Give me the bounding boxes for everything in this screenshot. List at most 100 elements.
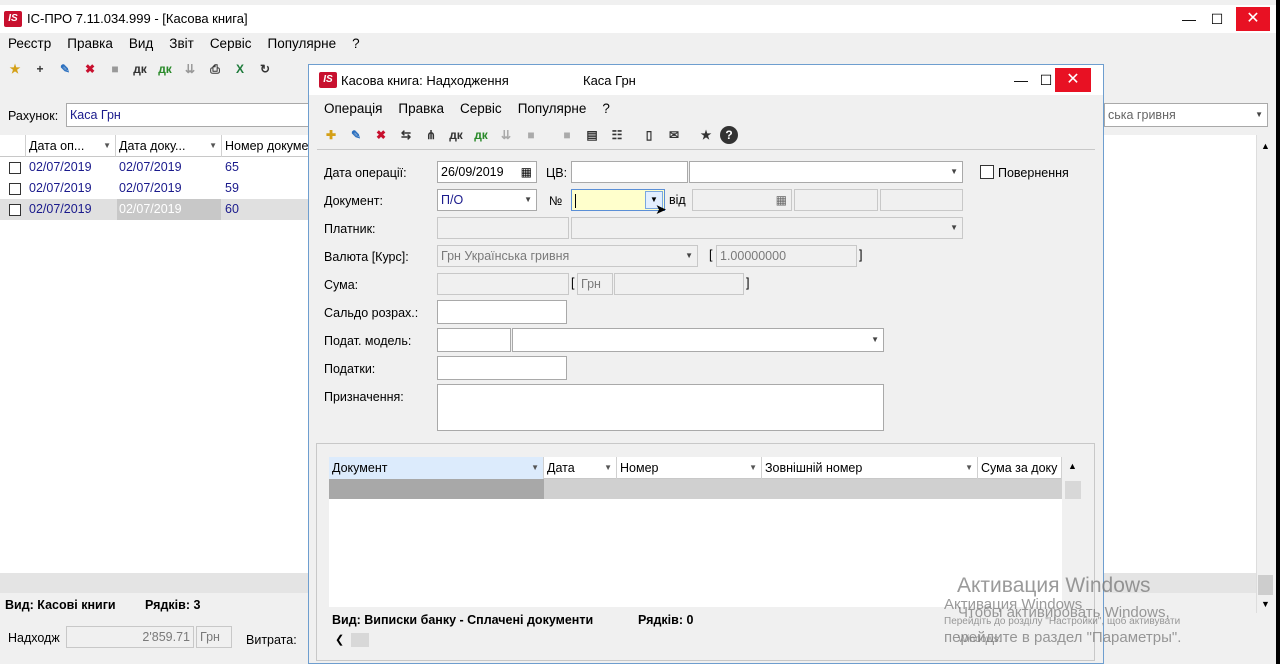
column-doc-number[interactable]: Номер докуме [222, 135, 310, 157]
row-checkbox[interactable] [9, 183, 21, 195]
balance-field[interactable] [437, 300, 567, 324]
scroll-down-icon[interactable]: ▼ [1261, 599, 1270, 609]
sort-arrow-icon[interactable]: ▼ [604, 457, 612, 479]
scroll-thumb[interactable] [1065, 481, 1081, 499]
menu-report[interactable]: Звіт [161, 36, 202, 51]
scroll-thumb[interactable] [351, 633, 369, 647]
chevron-down-icon[interactable]: ▼ [871, 330, 879, 350]
account-currency-field[interactable]: ська гривня ▼ [1104, 103, 1268, 127]
filter-icon[interactable]: ⇊ [495, 124, 517, 146]
sort-arrow-icon[interactable]: ▼ [531, 457, 539, 479]
purpose-field[interactable] [437, 384, 884, 431]
chevron-down-icon[interactable]: ▼ [524, 190, 532, 210]
account-field[interactable]: Каса Грн [66, 103, 311, 127]
column-date[interactable]: Дата ▼ [544, 457, 617, 479]
main-vertical-scrollbar[interactable]: ▲ ▼ [1256, 135, 1274, 613]
table-row[interactable]: 02/07/2019 02/07/2019 60 [0, 199, 310, 220]
branch-icon[interactable]: ⋔ [420, 124, 442, 146]
sort-arrow-icon[interactable]: ▼ [965, 457, 973, 479]
help-icon[interactable]: ? [720, 126, 738, 144]
date-op-value: 26/09/2019 [441, 165, 504, 179]
scroll-up-icon[interactable]: ▲ [1068, 461, 1077, 471]
calendar-icon[interactable]: ▦ [521, 162, 532, 182]
add-icon[interactable]: + [29, 58, 51, 80]
dialog-close-button[interactable]: ✕ [1055, 68, 1091, 92]
debit-credit-icon[interactable]: дк [129, 58, 151, 80]
sort-arrow-icon[interactable]: ▼ [749, 457, 757, 479]
column-number[interactable]: Номер ▼ [617, 457, 762, 479]
refresh-icon[interactable]: ↻ [254, 58, 276, 80]
sort-arrow-icon[interactable]: ▼ [103, 135, 111, 157]
main-grid-header: Дата оп... ▼ Дата доку... ▼ Номер докуме [0, 135, 310, 157]
star-icon[interactable]: ★ [695, 124, 717, 146]
menu-registry[interactable]: Реєстр [0, 36, 59, 51]
delete-icon[interactable]: ✖ [79, 58, 101, 80]
dialog-menubar: Операція Правка Сервіс Популярне ? [316, 97, 618, 119]
chevron-down-icon[interactable]: ▼ [1255, 104, 1263, 126]
dialog-menu-service[interactable]: Сервіс [452, 101, 510, 116]
maximize-button[interactable]: ☐ [1200, 7, 1234, 31]
tax-model-code-field[interactable] [437, 328, 511, 352]
document-type-value: П/О [441, 193, 464, 207]
table-row[interactable]: 02/07/2019 02/07/2019 65 [0, 157, 310, 178]
sort-arrow-icon[interactable]: ▼ [209, 135, 217, 157]
menu-help[interactable]: ? [344, 36, 368, 51]
square-icon[interactable]: ■ [556, 124, 578, 146]
dialog-menu-popular[interactable]: Популярне [510, 101, 595, 116]
menu-edit[interactable]: Правка [59, 36, 121, 51]
payer-label: Платник: [324, 222, 376, 236]
excel-icon[interactable]: X [229, 58, 251, 80]
payer-code-field [437, 217, 569, 239]
table-row[interactable] [544, 479, 1062, 499]
delete-icon[interactable]: ✖ [370, 124, 392, 146]
date-op-field[interactable]: 26/09/2019 ▦ [437, 161, 537, 183]
row-checkbox[interactable] [9, 162, 21, 174]
add-icon[interactable]: ✚ [320, 124, 342, 146]
select-column [0, 135, 26, 157]
column-external-number[interactable]: Зовнішній номер ▼ [762, 457, 978, 479]
cell-date-op: 02/07/2019 [29, 181, 92, 195]
close-button[interactable]: ✕ [1236, 7, 1270, 31]
scroll-left-icon[interactable]: ❮ [335, 633, 344, 646]
tree-icon[interactable]: ☷ [606, 124, 628, 146]
taxes-field[interactable] [437, 356, 567, 380]
column-document[interactable]: Документ ▼ [329, 457, 544, 479]
column-sum[interactable]: Сума за доку [978, 457, 1062, 479]
dialog-menu-operation[interactable]: Операція [316, 101, 390, 116]
cb-code-field[interactable] [571, 161, 688, 183]
table-row[interactable]: 02/07/2019 02/07/2019 59 [0, 178, 310, 199]
number-field[interactable]: ▼ [571, 189, 665, 211]
expense-label: Витрата: [246, 633, 297, 647]
menu-popular[interactable]: Популярне [260, 36, 345, 51]
document-icon[interactable]: ▤ [581, 124, 603, 146]
return-checkbox[interactable] [980, 165, 994, 179]
scroll-thumb[interactable] [1258, 575, 1273, 595]
debit-credit-green-icon[interactable]: дк [154, 58, 176, 80]
column-date-op[interactable]: Дата оп... ▼ [26, 135, 116, 157]
filter-icon[interactable]: ⇊ [179, 58, 201, 80]
cb-name-field[interactable]: ▼ [689, 161, 963, 183]
debit-credit-icon[interactable]: дк [445, 124, 467, 146]
scroll-up-icon[interactable]: ▲ [1261, 141, 1270, 151]
table-row-selected[interactable] [329, 479, 544, 499]
dialog-menu-help[interactable]: ? [594, 101, 618, 116]
page-icon[interactable]: ▯ [638, 124, 660, 146]
row-checkbox[interactable] [9, 204, 21, 216]
menu-view[interactable]: Вид [121, 36, 161, 51]
tax-model-name-field[interactable]: ▼ [512, 328, 884, 352]
dialog-menu-edit[interactable]: Правка [390, 101, 452, 116]
menu-service[interactable]: Сервіс [202, 36, 260, 51]
link-icon[interactable]: ⇆ [395, 124, 417, 146]
new-doc-icon[interactable]: ★ [4, 58, 26, 80]
document-type-field[interactable]: П/О ▼ [437, 189, 537, 211]
column-date-doc[interactable]: Дата доку... ▼ [116, 135, 222, 157]
chevron-down-icon[interactable]: ▼ [950, 162, 958, 182]
debit-credit-green-icon[interactable]: дк [470, 124, 492, 146]
sum-label: Сума: [324, 278, 359, 292]
print-icon[interactable]: ⎙ [204, 58, 226, 80]
copy-icon[interactable]: ■ [104, 58, 126, 80]
copy-icon[interactable]: ■ [520, 124, 542, 146]
edit-icon[interactable]: ✎ [54, 58, 76, 80]
mail-icon[interactable]: ✉ [663, 124, 685, 146]
edit-icon[interactable]: ✎ [345, 124, 367, 146]
